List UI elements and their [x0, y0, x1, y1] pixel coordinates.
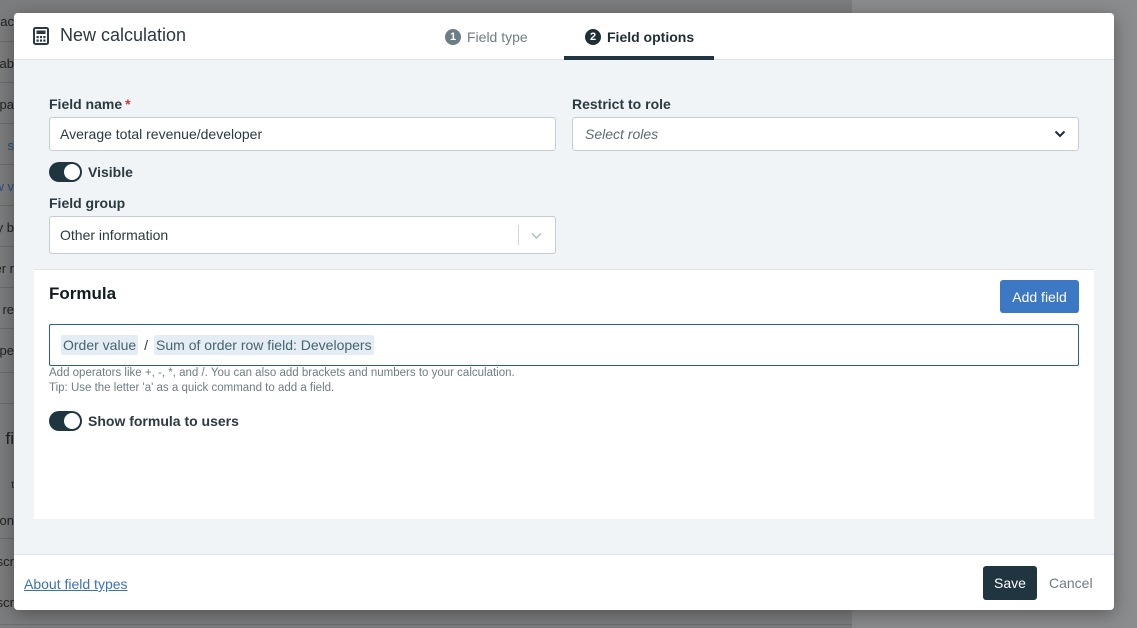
toggle-knob	[64, 413, 80, 429]
tab-field-type[interactable]: 1 Field type	[445, 29, 528, 45]
select-divider	[518, 225, 519, 245]
formula-token[interactable]: Sum of order row field: Developers	[154, 335, 374, 355]
about-field-types-link[interactable]: About field types	[24, 576, 128, 592]
step-label: Field type	[467, 29, 528, 45]
background-divider	[0, 82, 14, 83]
background-divider	[0, 624, 852, 625]
chevron-down-icon	[531, 232, 542, 240]
field-name-label: Field name *	[49, 96, 131, 112]
formula-tip: Tip: Use the letter 'a' as a quick comma…	[49, 382, 335, 394]
save-button[interactable]: Save	[983, 566, 1037, 600]
background-text: re	[2, 302, 14, 317]
field-name-input[interactable]: Average total revenue/developer	[49, 117, 556, 151]
background-divider	[0, 41, 14, 42]
background-text: er r	[0, 261, 14, 276]
new-calculation-dialog: New calculation 1 Field type 2 Field opt…	[14, 13, 1114, 610]
formula-editor[interactable]: Order value / Sum of order row field: De…	[49, 324, 1079, 366]
background-text: s	[7, 138, 15, 153]
dialog-footer: About field types Save Cancel	[14, 554, 1114, 610]
background-divider	[0, 246, 14, 247]
restrict-role-placeholder: Select roles	[585, 126, 659, 142]
step-number: 2	[585, 29, 601, 45]
toggle-knob	[64, 164, 80, 180]
field-name-label-text: Field name	[49, 96, 123, 112]
background-divider	[0, 372, 14, 373]
formula-heading: Formula	[49, 284, 117, 303]
formula-hint: Add operators like +, -, *, and /. You c…	[49, 367, 515, 379]
background-text: pe	[0, 343, 14, 358]
restrict-role-select[interactable]: Select roles	[572, 117, 1079, 151]
background-text: w v	[0, 179, 14, 194]
background-divider	[0, 287, 14, 288]
formula-token[interactable]: Order value	[61, 335, 139, 355]
field-name-value: Average total revenue/developer	[60, 126, 263, 142]
chevron-down-icon	[1054, 130, 1066, 138]
dialog-title: New calculation	[60, 25, 187, 45]
field-group-select[interactable]: Other information	[49, 216, 556, 254]
formula-section: Formula Add field Order value / Sum of o…	[34, 269, 1094, 519]
background-text: y b	[0, 220, 14, 235]
step-number: 1	[445, 29, 461, 45]
restrict-role-label: Restrict to role	[572, 96, 671, 112]
background-text: ab	[0, 56, 14, 71]
background-divider	[0, 205, 14, 206]
show-formula-label: Show formula to users	[88, 413, 239, 429]
formula-operator: /	[144, 337, 149, 353]
background-text: scr	[0, 595, 14, 610]
background-divider	[0, 123, 14, 124]
background-text: ac	[0, 14, 14, 29]
field-group-label: Field group	[49, 195, 126, 211]
tab-field-options[interactable]: 2 Field options	[585, 29, 694, 45]
visible-toggle[interactable]	[49, 162, 82, 182]
required-marker: *	[125, 96, 131, 112]
show-formula-toggle[interactable]	[49, 411, 82, 431]
active-tab-indicator	[564, 56, 714, 60]
background-heading: fi	[5, 429, 15, 448]
background-divider	[0, 538, 14, 539]
visible-label: Visible	[88, 164, 133, 180]
dialog-header: New calculation 1 Field type 2 Field opt…	[14, 13, 1114, 60]
background-text: pa	[0, 97, 14, 112]
background-divider	[0, 328, 14, 329]
background-text: t	[11, 480, 14, 491]
calculator-icon	[33, 27, 49, 45]
background-divider	[0, 403, 14, 404]
add-field-button[interactable]: Add field	[1000, 280, 1079, 313]
field-group-value: Other information	[60, 227, 169, 243]
background-divider	[0, 164, 14, 165]
cancel-button[interactable]: Cancel	[1049, 575, 1093, 591]
step-label: Field options	[607, 29, 695, 45]
background-text: scr	[0, 554, 14, 569]
background-text: on	[0, 513, 14, 528]
